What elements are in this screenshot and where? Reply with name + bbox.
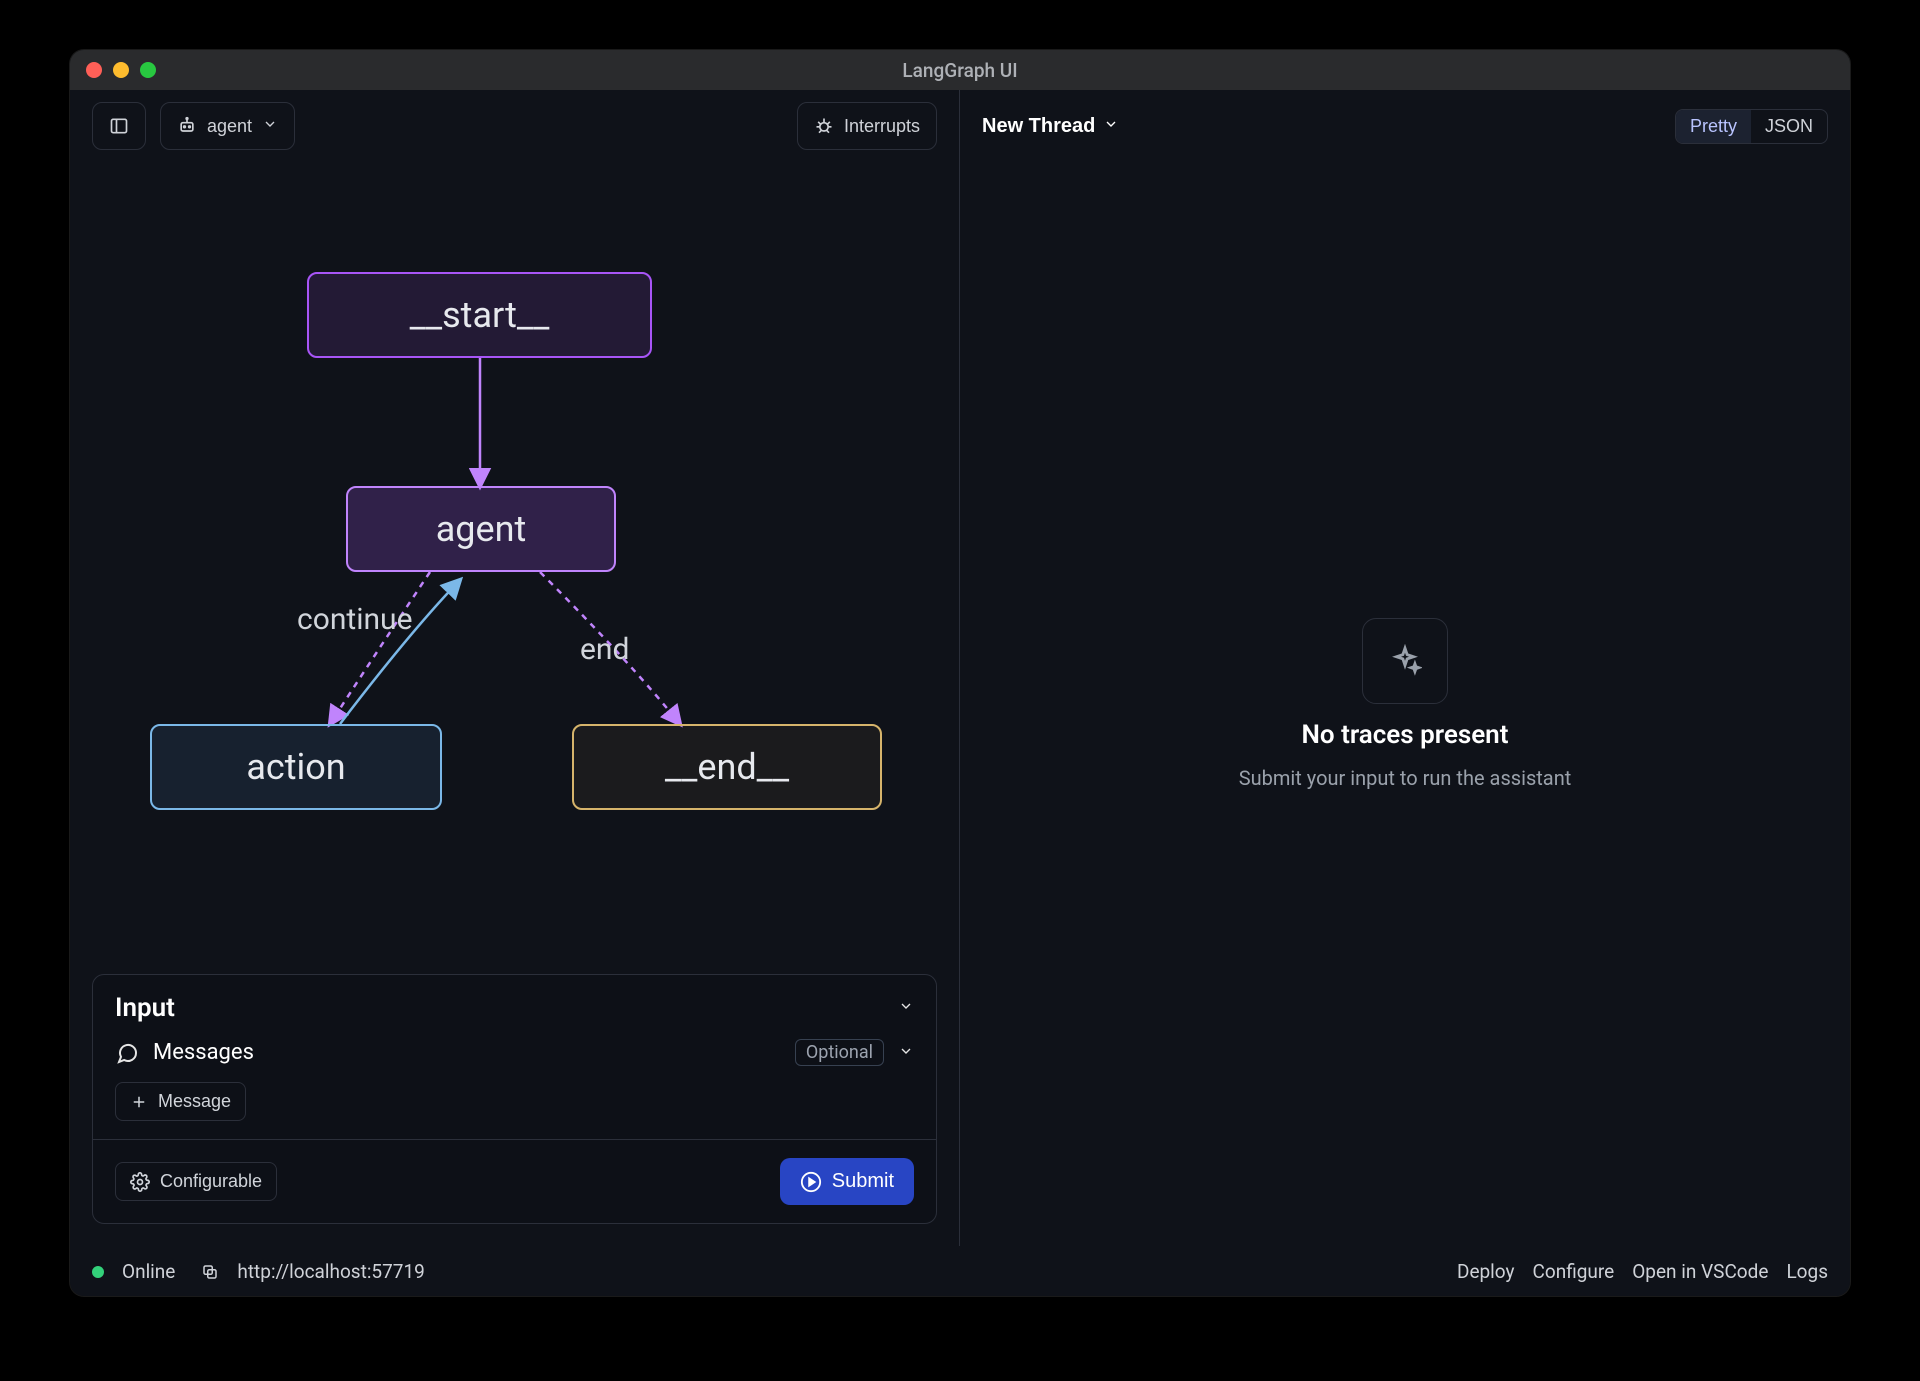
plus-icon (130, 1093, 148, 1111)
window-title: LangGraph UI (70, 59, 1850, 82)
copy-icon[interactable] (201, 1263, 219, 1281)
configurable-button[interactable]: Configurable (115, 1162, 277, 1201)
chevron-down-icon (262, 116, 278, 137)
graph-node-agent[interactable]: agent (346, 486, 616, 572)
sparkle-icon (1362, 618, 1448, 704)
maximize-icon[interactable] (140, 62, 156, 78)
add-message-button[interactable]: Message (115, 1082, 246, 1121)
optional-badge: Optional (795, 1039, 884, 1066)
panel-toggle-button[interactable] (92, 102, 146, 150)
thread-label: New Thread (982, 115, 1095, 138)
graph-node-action[interactable]: action (150, 724, 442, 810)
graph-node-start-label: __start__ (410, 294, 550, 336)
edge-label-end: end (580, 632, 629, 667)
status-dot-icon (92, 1266, 104, 1278)
input-panel: Input Messages Optional Message (92, 974, 937, 1224)
graph-node-end-label: __end__ (665, 746, 789, 788)
deploy-link[interactable]: Deploy (1457, 1260, 1515, 1283)
chevron-down-icon (1103, 115, 1119, 138)
right-body: No traces present Submit your input to r… (960, 162, 1850, 1246)
minimize-icon[interactable] (113, 62, 129, 78)
status-url[interactable]: http://localhost:57719 (237, 1260, 424, 1283)
empty-subtitle: Submit your input to run the assistant (1239, 766, 1572, 790)
close-icon[interactable] (86, 62, 102, 78)
gear-icon (130, 1172, 150, 1192)
window-controls (86, 62, 156, 78)
panel-icon (109, 116, 129, 136)
agent-select-label: agent (207, 116, 252, 137)
open-vscode-link[interactable]: Open in VSCode (1632, 1260, 1768, 1283)
tab-json[interactable]: JSON (1751, 110, 1827, 143)
right-pane: New Thread Pretty JSON No traces present… (960, 90, 1850, 1246)
messages-label: Messages (153, 1040, 781, 1065)
view-toggle: Pretty JSON (1675, 109, 1828, 144)
edge-label-continue: continue (297, 602, 413, 637)
chevron-down-icon[interactable] (898, 1043, 914, 1063)
bug-icon (814, 116, 834, 136)
agent-select-button[interactable]: agent (160, 102, 295, 150)
tab-pretty[interactable]: Pretty (1676, 110, 1751, 143)
chat-icon (115, 1041, 139, 1065)
graph-node-end[interactable]: __end__ (572, 724, 882, 810)
chevron-down-icon[interactable] (898, 998, 914, 1018)
configurable-label: Configurable (160, 1171, 262, 1192)
interrupts-button[interactable]: Interrupts (797, 102, 937, 150)
logs-link[interactable]: Logs (1786, 1260, 1828, 1283)
empty-title: No traces present (1302, 720, 1509, 750)
play-circle-icon (800, 1171, 822, 1193)
main-area: agent Interrupts (70, 90, 1850, 1246)
status-online: Online (122, 1260, 175, 1283)
submit-label: Submit (832, 1170, 894, 1193)
configure-link[interactable]: Configure (1533, 1260, 1615, 1283)
messages-row: Messages Optional (93, 1033, 936, 1082)
graph-node-start[interactable]: __start__ (307, 272, 652, 358)
interrupts-label: Interrupts (844, 116, 920, 137)
statusbar: Online http://localhost:57719 Deploy Con… (70, 1246, 1850, 1296)
titlebar: LangGraph UI (70, 50, 1850, 90)
graph-node-agent-label: agent (436, 508, 527, 550)
graph-canvas[interactable]: __start__ agent action __end__ continue … (70, 162, 959, 974)
left-toolbar: agent Interrupts (70, 90, 959, 162)
graph-node-action-label: action (246, 746, 345, 788)
robot-icon (177, 116, 197, 136)
submit-button[interactable]: Submit (780, 1158, 914, 1205)
left-pane: agent Interrupts (70, 90, 960, 1246)
thread-dropdown[interactable]: New Thread (982, 115, 1119, 138)
add-message-label: Message (158, 1091, 231, 1112)
right-header: New Thread Pretty JSON (960, 90, 1850, 162)
app-window: LangGraph UI agent Interrupts (70, 50, 1850, 1296)
input-panel-title: Input (115, 993, 175, 1023)
